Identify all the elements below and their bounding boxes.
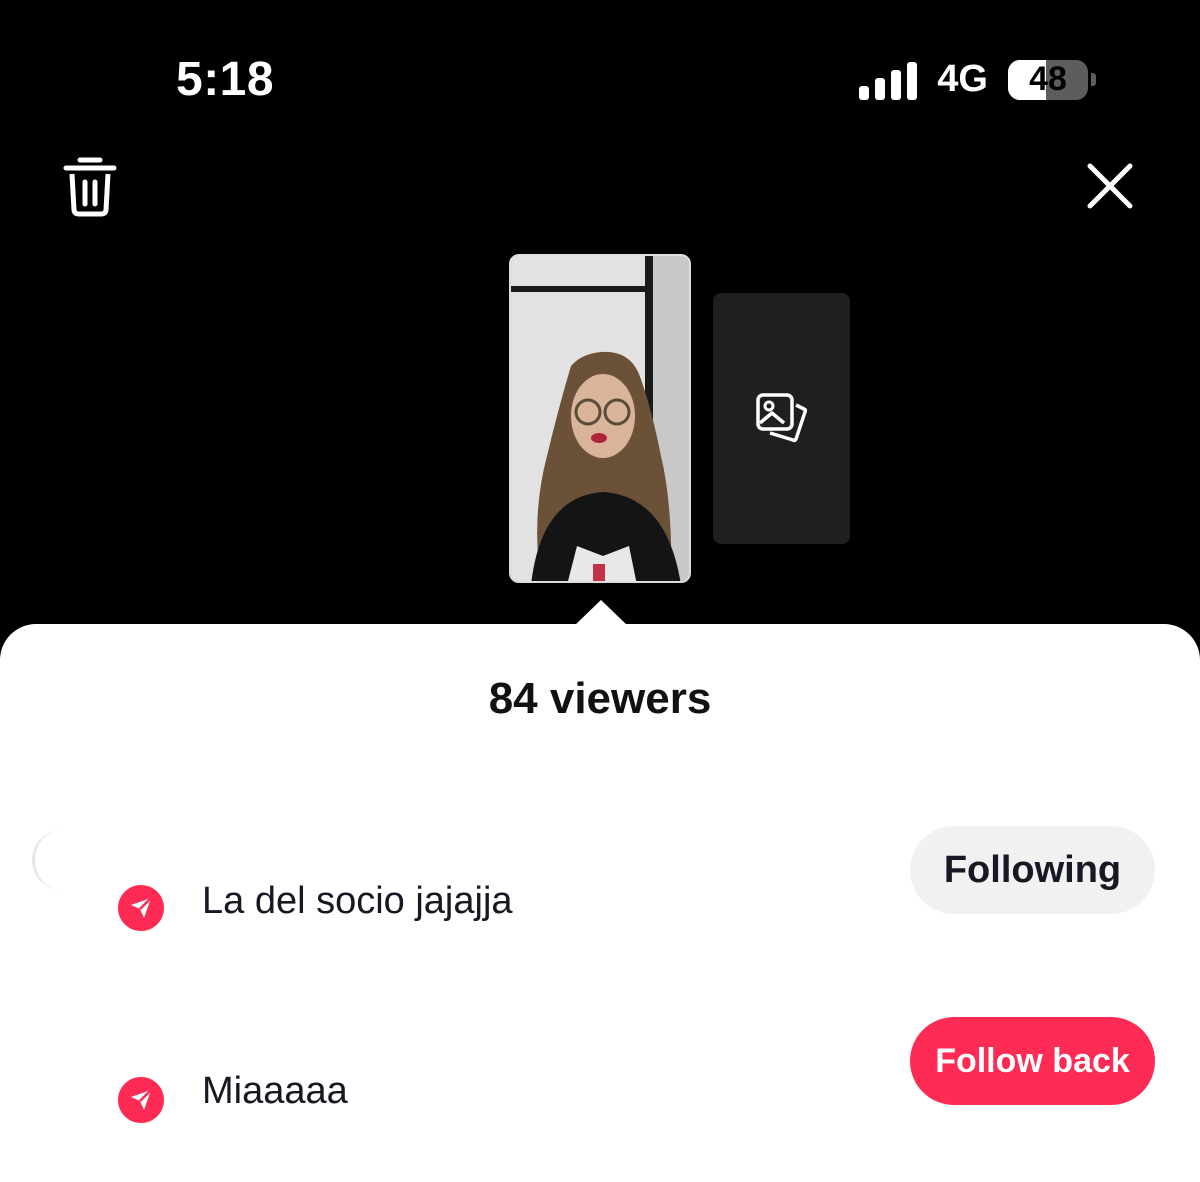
story-thumbnail-selected[interactable] xyxy=(509,254,691,583)
close-button[interactable] xyxy=(1084,160,1136,212)
status-indicators: 4G 48 xyxy=(859,58,1096,101)
network-label: 4G xyxy=(937,58,988,100)
viewer-name[interactable]: Miaaaaa xyxy=(202,1070,348,1113)
close-icon xyxy=(1087,163,1133,209)
following-button[interactable]: Following xyxy=(910,826,1155,914)
viewers-count-title: 84 viewers xyxy=(488,674,712,723)
battery-percent: 48 xyxy=(1029,60,1067,98)
trash-icon xyxy=(63,157,117,217)
story-photo xyxy=(511,256,689,581)
status-time: 5:18 xyxy=(176,53,275,106)
story-viewers-screen: 5:18 4G 48 84 viewers La del socio jajaj… xyxy=(0,0,1200,1182)
viewer-row[interactable]: Miaaaaa Follow back xyxy=(0,1010,1200,1150)
avatar[interactable] xyxy=(32,830,92,890)
viewer-row[interactable]: La del socio jajajja Following xyxy=(0,820,1200,960)
follow-back-button[interactable]: Follow back xyxy=(910,1017,1155,1105)
signal-icon xyxy=(859,60,918,100)
photo-gallery-icon xyxy=(755,392,807,442)
sheet-pointer xyxy=(574,600,628,626)
send-icon[interactable] xyxy=(115,1074,167,1126)
battery-icon: 48 xyxy=(1008,59,1088,100)
delete-button[interactable] xyxy=(60,150,120,220)
viewer-name[interactable]: La del socio jajajja xyxy=(202,880,513,923)
battery-tip xyxy=(1091,73,1096,86)
send-icon[interactable] xyxy=(115,882,167,934)
add-story-button[interactable] xyxy=(713,293,850,544)
